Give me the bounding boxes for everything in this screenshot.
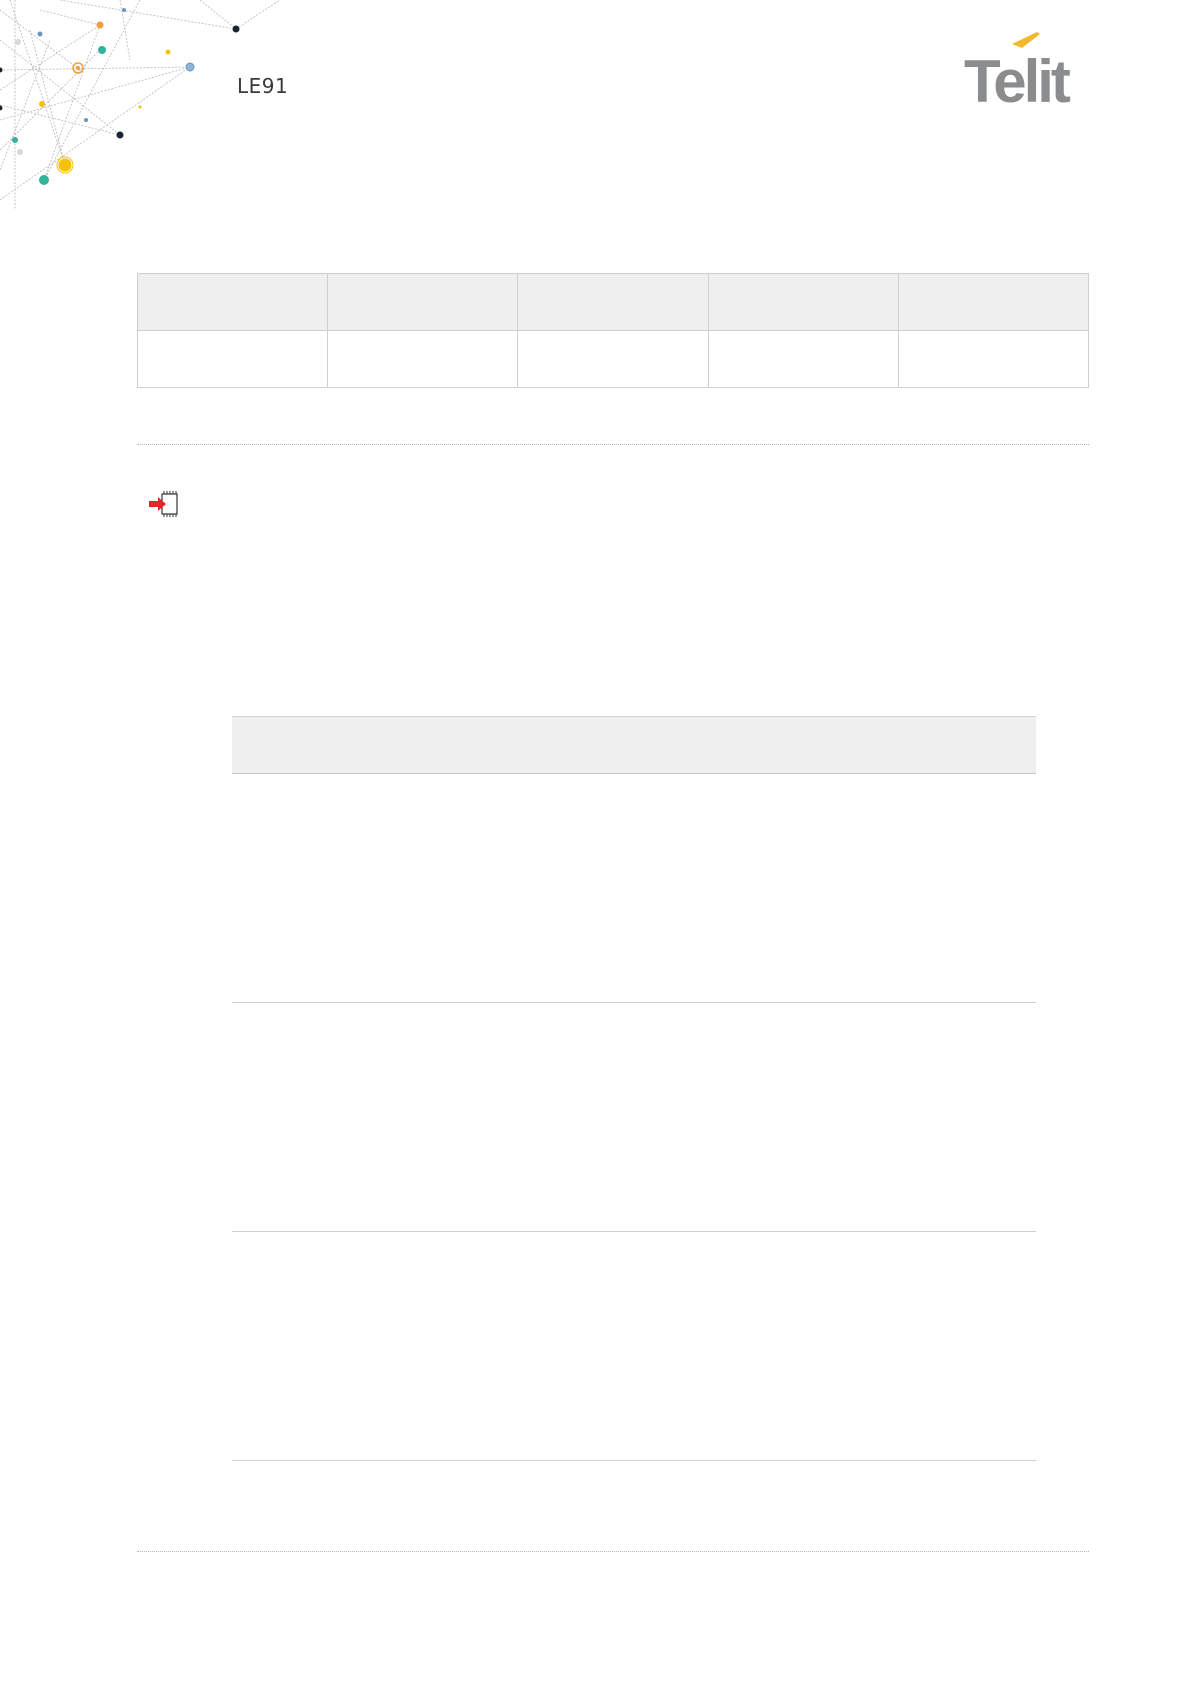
table-cell: [327, 330, 519, 388]
table-cell: [136, 330, 329, 388]
table-row: [232, 1232, 1036, 1461]
document-title: LE91: [237, 74, 289, 98]
table-row: [232, 1003, 1036, 1232]
telit-logo: Telit: [964, 32, 1074, 108]
table-cell: [136, 273, 329, 331]
header-table: [136, 273, 1090, 388]
table-cell: [897, 330, 1090, 388]
table-cell: [327, 273, 519, 331]
table-cell: [707, 330, 899, 388]
table-cell: [707, 273, 899, 331]
section-divider: [137, 444, 1089, 445]
table-cell: [517, 273, 709, 331]
table-header-row: [136, 273, 1090, 331]
section-divider: [137, 1551, 1089, 1552]
table-header-row: [232, 716, 1036, 774]
decorative-network-graph: [0, 0, 280, 210]
svg-text:Telit: Telit: [964, 48, 1071, 108]
table-row: [136, 330, 1090, 388]
table-cell: [517, 330, 709, 388]
table-row: [232, 774, 1036, 1003]
red-arrow-into-chip-icon: [149, 491, 178, 517]
parameter-table: [232, 716, 1036, 1461]
table-cell: [897, 273, 1090, 331]
